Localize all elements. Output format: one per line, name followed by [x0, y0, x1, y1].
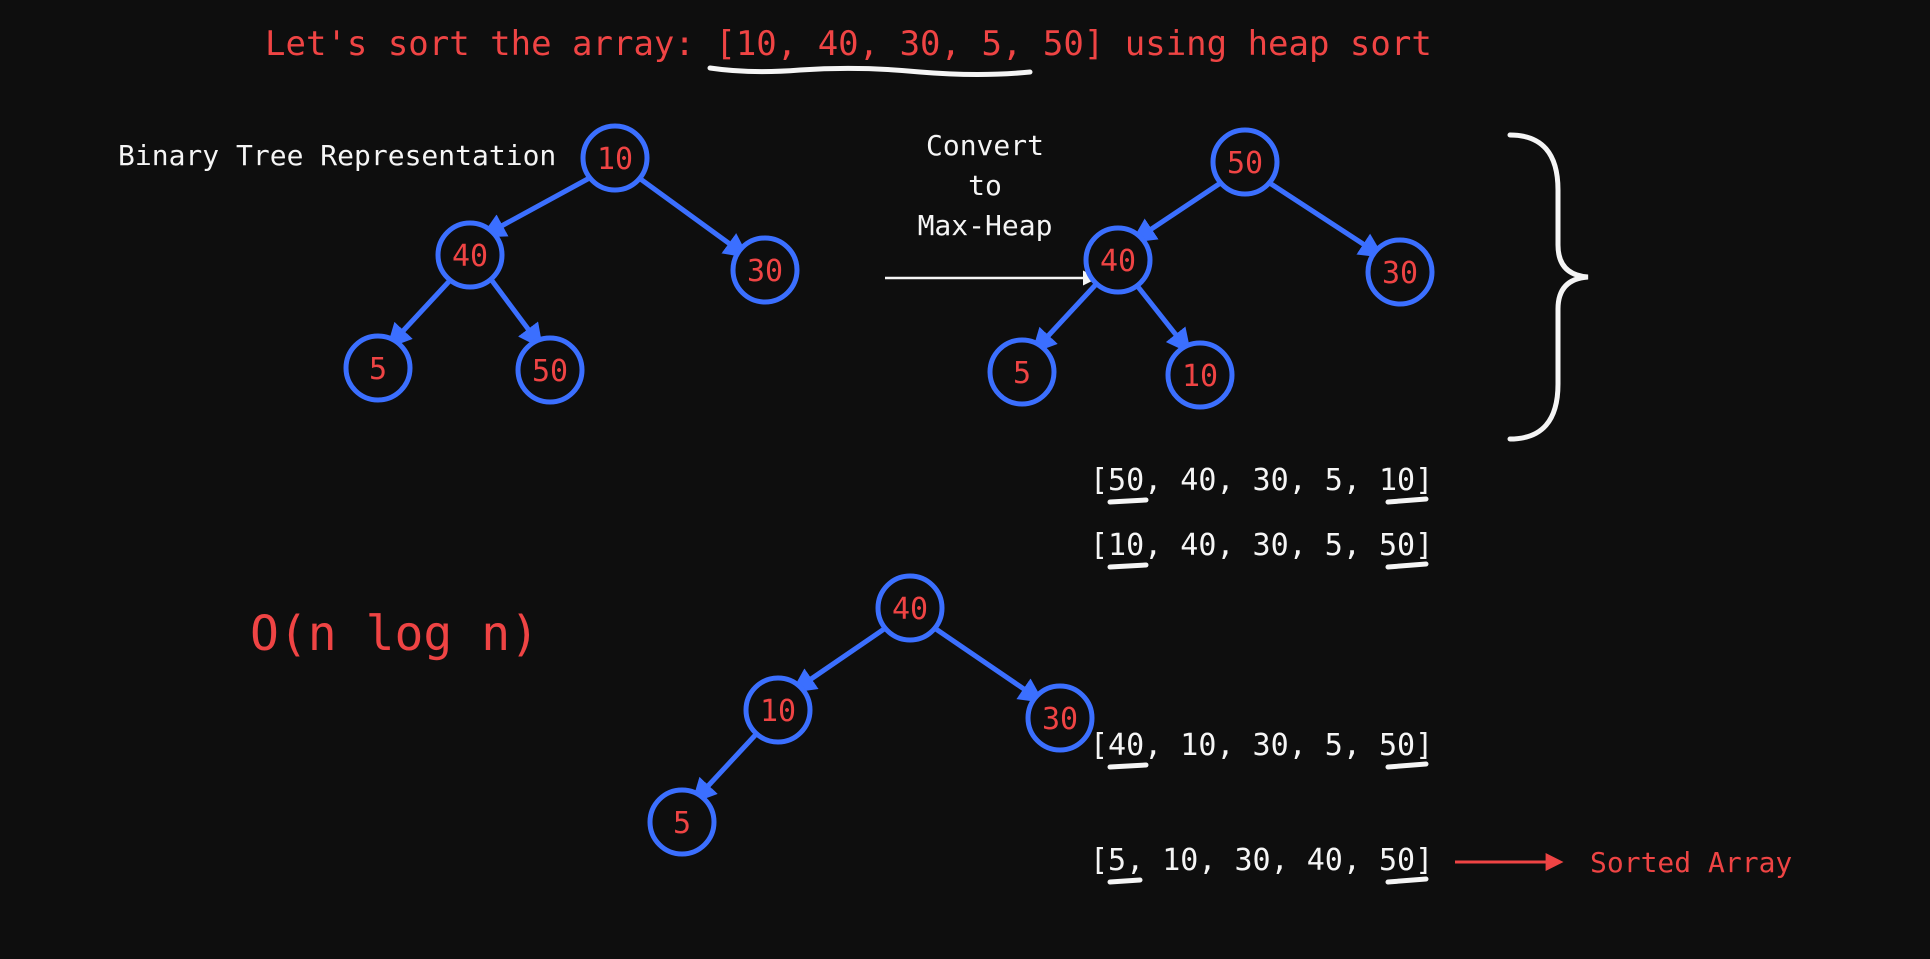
complexity-label: O(n log n) [250, 606, 539, 662]
tree-max-heap: 50 40 30 5 10 [990, 130, 1432, 407]
node-value: 30 [747, 254, 783, 289]
array-sorted: [5, 10, 30, 40, 50] [1090, 843, 1433, 878]
brace-icon [1510, 135, 1588, 439]
node-value: 50 [532, 354, 568, 389]
array-step-3: [40, 10, 30, 5, 50] [1090, 728, 1433, 763]
array-step-1: [50, 40, 30, 5, 10] [1090, 463, 1433, 498]
svg-text:to: to [968, 169, 1002, 202]
svg-text:30: 30 [1382, 256, 1418, 291]
svg-text:40: 40 [1100, 244, 1136, 279]
node-left-left: 5 [990, 340, 1054, 404]
node-root: 40 [878, 576, 942, 640]
convert-label: Convert to Max-Heap [918, 129, 1053, 242]
svg-text:40: 40 [892, 592, 928, 627]
title-suffix: using heap sort [1125, 24, 1432, 64]
node-right: 30 [1368, 240, 1432, 304]
title-prefix: Let's sort the array: [265, 24, 715, 64]
node-left: 40 [1086, 228, 1150, 292]
node-value: 10 [597, 142, 633, 177]
node-root: 10 [583, 126, 647, 190]
node-left-left: 5 [650, 790, 714, 854]
svg-text:10: 10 [760, 694, 796, 729]
array-step-2: [10, 40, 30, 5, 50] [1090, 528, 1433, 563]
node-value: 5 [369, 352, 387, 387]
node-left-right: 50 [518, 338, 582, 402]
svg-text:10: 10 [1182, 359, 1218, 394]
underline-icon [1110, 765, 1146, 767]
underline-icon [1110, 880, 1140, 882]
underline-icon [1110, 565, 1146, 567]
underline-icon [1110, 500, 1146, 502]
svg-text:Max-Heap: Max-Heap [918, 209, 1053, 242]
node-left: 10 [746, 678, 810, 742]
underline-icon [1388, 564, 1426, 567]
svg-text:50: 50 [1227, 146, 1263, 181]
node-right: 30 [733, 238, 797, 302]
svg-text:5: 5 [673, 806, 691, 841]
title-array: [10, 40, 30, 5, 50] [715, 24, 1104, 64]
node-left: 40 [438, 223, 502, 287]
svg-text:30: 30 [1042, 702, 1078, 737]
title-array-underline [710, 68, 1030, 75]
svg-text:Convert: Convert [926, 129, 1044, 162]
tree-step: 40 10 30 5 [650, 576, 1092, 854]
node-value: 40 [452, 239, 488, 274]
underline-icon [1388, 879, 1426, 882]
underline-icon [1388, 764, 1426, 767]
node-root: 50 [1213, 130, 1277, 194]
binary-tree-label: Binary Tree Representation [118, 139, 556, 172]
node-right: 30 [1028, 686, 1092, 750]
underline-icon [1388, 499, 1426, 502]
node-left-right: 10 [1168, 343, 1232, 407]
svg-text:5: 5 [1013, 356, 1031, 391]
node-left-left: 5 [346, 336, 410, 400]
svg-text:Let's sort the array: [10: Let's sort the array: [10, 40, 30, 5, 50… [265, 24, 1432, 64]
sorted-label: Sorted Array [1590, 846, 1792, 879]
